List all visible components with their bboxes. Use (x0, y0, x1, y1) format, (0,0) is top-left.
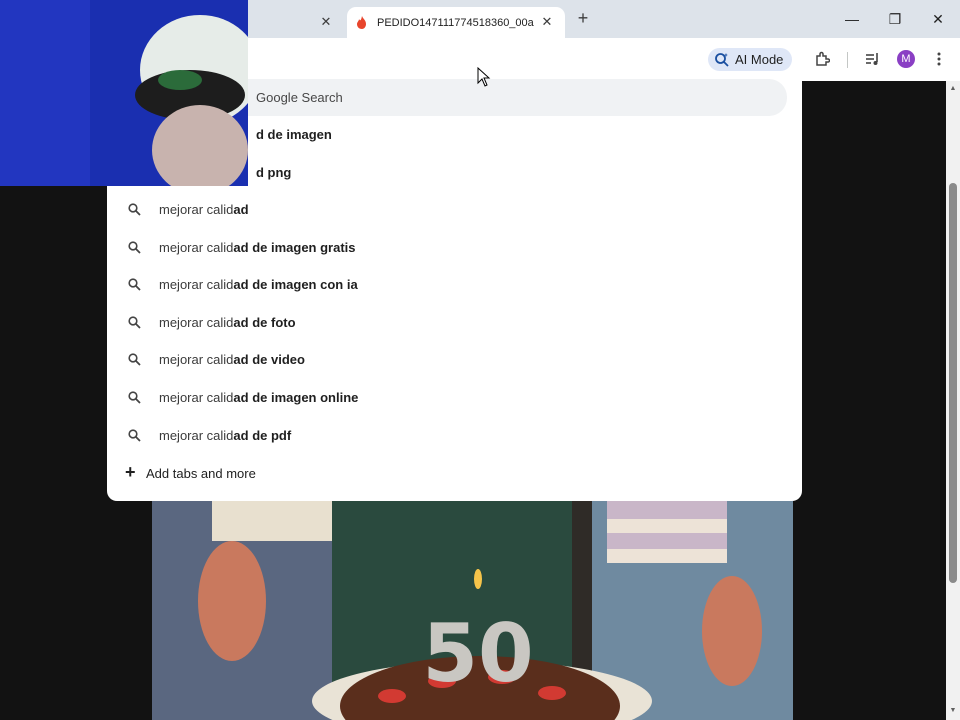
flame-icon (355, 16, 369, 30)
suggestion-text: mejorar calidad de imagen online (159, 390, 358, 405)
profile-avatar[interactable]: M (897, 50, 915, 68)
new-tab-button[interactable]: + (574, 9, 592, 27)
omnibox-placeholder: Google Search (256, 90, 343, 105)
birthday-cake-image: 50 (152, 501, 793, 720)
suggestion-typed: mejorar calid (159, 202, 234, 217)
suggestion-item[interactable]: mejorar calidad de imagen online (107, 379, 802, 416)
tab-close-button[interactable]: ✕ (318, 14, 334, 30)
tab-close-button[interactable]: ✕ (539, 14, 555, 30)
mouse-cursor-icon (477, 67, 491, 87)
suggestion-typed: mejorar calid (159, 427, 234, 443)
suggestion-item[interactable]: mejorar calidad de imagen gratis (107, 229, 802, 266)
more-menu-icon[interactable] (928, 48, 950, 70)
extensions-icon[interactable] (811, 48, 833, 70)
search-icon (128, 316, 141, 329)
media-control-icon[interactable] (861, 48, 883, 70)
suggestion-item[interactable]: mejorar calidad (107, 191, 802, 228)
search-icon (128, 353, 141, 367)
suggestion-item[interactable]: mejorar calidad de pdf (107, 417, 802, 454)
vertical-scrollbar[interactable]: ▲ ▼ (946, 81, 960, 720)
ai-search-icon (715, 52, 729, 67)
suggestion-item[interactable]: mejorar calidad de foto (107, 304, 802, 341)
add-tabs-label: Add tabs and more (146, 466, 256, 481)
scroll-down-arrow-icon[interactable]: ▼ (949, 707, 957, 715)
suggestion-text: mejorar calidad (159, 202, 249, 217)
webcam-overlay (0, 0, 248, 186)
search-icon (128, 203, 141, 216)
scroll-up-arrow-icon[interactable]: ▲ (949, 85, 957, 93)
tab-inactive[interactable]: ✕ (248, 7, 344, 38)
suggestion-typed: mejorar calid (159, 239, 234, 255)
suggestion-text: mejorar calidad de imagen con ia (159, 277, 358, 292)
suggestion-text: mejorar calidad de foto (159, 315, 296, 330)
search-icon (128, 428, 141, 442)
ai-mode-label: AI Mode (735, 52, 784, 67)
scrollbar-thumb[interactable] (949, 183, 957, 583)
suggestion-text: mejorar calidad de video (159, 352, 305, 367)
suggestion-typed: mejorar calid (159, 390, 234, 405)
suggestion-completion: ad de imagen con ia (233, 277, 358, 293)
close-window-button[interactable]: ✕ (926, 9, 950, 29)
maximize-button[interactable]: ❐ (883, 9, 907, 29)
suggestion-text: mejorar calidad de pdf (159, 428, 291, 443)
plus-icon: + (125, 462, 136, 482)
suggestion-item[interactable]: mejorar calidad de video (107, 341, 802, 378)
search-icon (128, 278, 141, 291)
suggestion-completion: ad de pdf (233, 427, 292, 443)
suggestion-typed: mejorar calid (159, 314, 234, 330)
search-icon (128, 391, 141, 404)
toolbar-divider (847, 52, 848, 68)
suggestion-completion: ad (233, 202, 249, 217)
minimize-button[interactable]: — (840, 9, 864, 29)
suggestion-completion: ad de imagen online (233, 390, 359, 405)
suggestion-completion: ad de foto (233, 314, 296, 330)
suggestion-item[interactable]: mejorar calidad de imagen con ia (107, 266, 802, 303)
search-icon (128, 240, 141, 254)
tab-title: PEDIDO1471117745183​60_00a (377, 16, 534, 29)
add-tabs-button[interactable]: + Add tabs and more (107, 456, 802, 490)
suggestion-completion: ad de imagen gratis (233, 239, 356, 255)
cake-candle-number: 50 (422, 607, 533, 700)
suggestion-text: mejorar calidad de imagen gratis (159, 240, 356, 255)
ai-mode-button[interactable]: AI Mode (708, 48, 792, 71)
tab-active[interactable]: PEDIDO1471117745183​60_00a ✕ (347, 7, 565, 38)
suggestion-typed: mejorar calid (159, 277, 234, 293)
suggestion-completion: ad de video (233, 352, 305, 368)
suggestion-typed: mejorar calid (159, 352, 234, 368)
